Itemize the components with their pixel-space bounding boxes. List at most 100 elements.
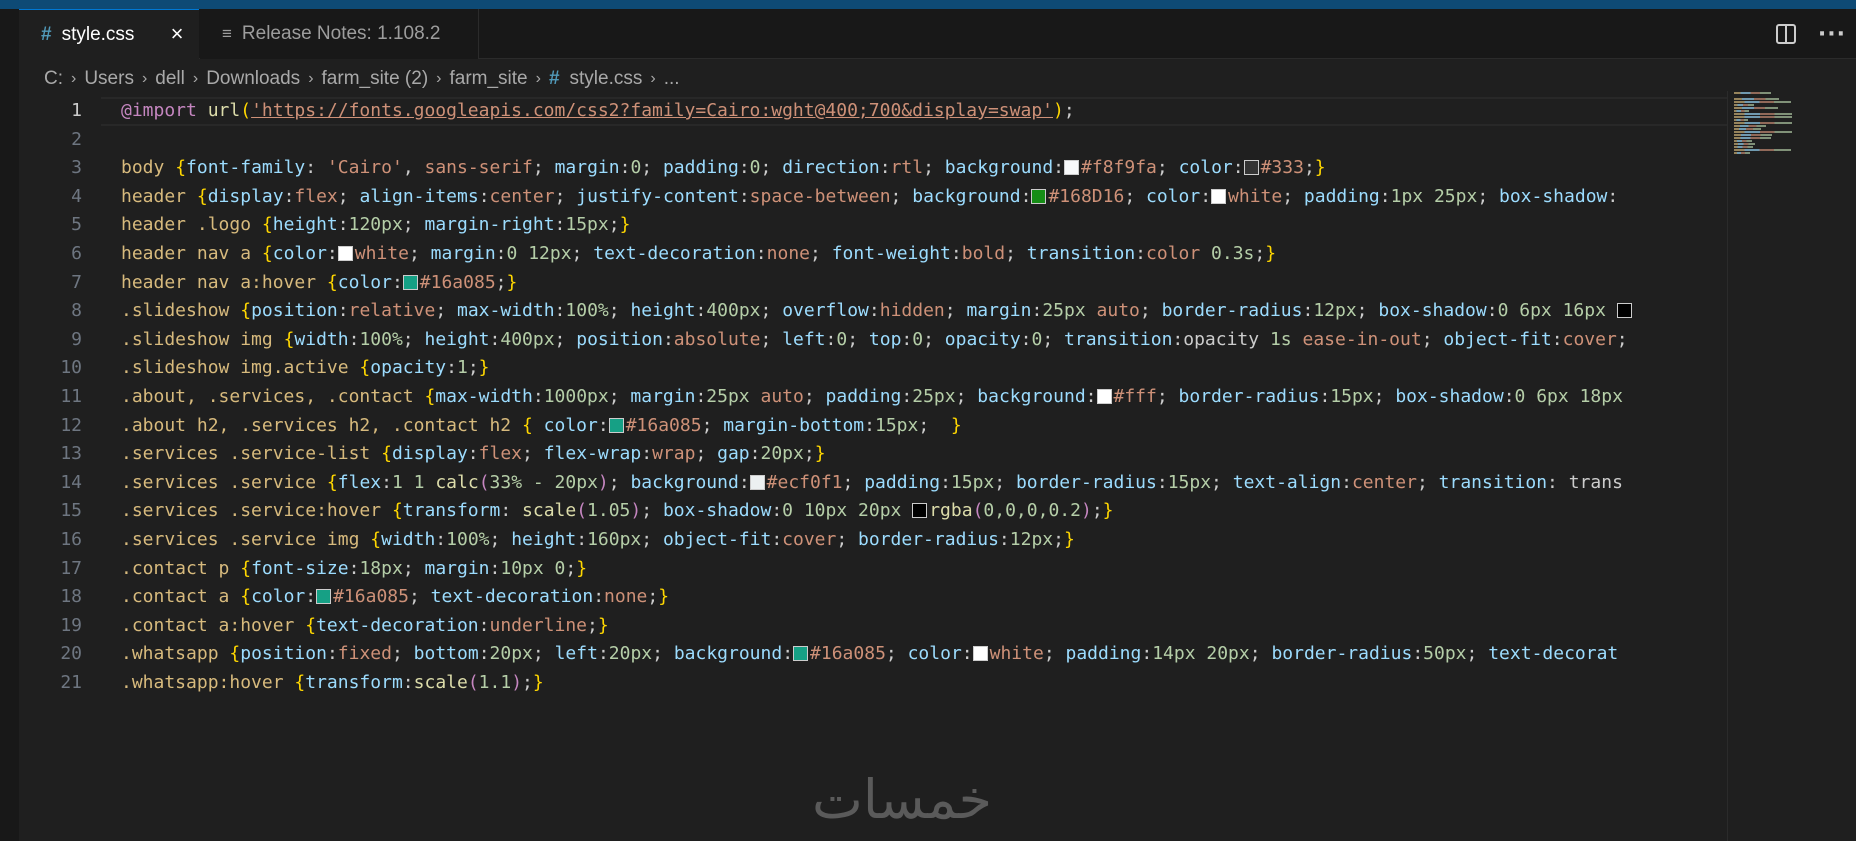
- value: space-between: [749, 185, 891, 207]
- line-number: 12: [60, 414, 82, 436]
- number: 1px 25px: [1390, 185, 1478, 207]
- property: gap: [717, 443, 750, 465]
- number: 0,0,0,0.2: [983, 500, 1081, 522]
- color-swatch[interactable]: [402, 274, 418, 290]
- color-swatch[interactable]: [749, 474, 765, 490]
- number: 10px 0: [500, 557, 566, 579]
- number: 12px: [1313, 300, 1357, 322]
- line-number: 7: [71, 271, 82, 293]
- chevron-right-icon: ›: [192, 70, 199, 87]
- code-area[interactable]: @import url('https://fonts.googleapis.co…: [121, 97, 1727, 697]
- window-top-strip: [0, 0, 1856, 9]
- minimap-line: [1734, 101, 1791, 103]
- chevron-right-icon: ›: [141, 70, 148, 87]
- tab-style-css[interactable]: # style.css ×: [19, 9, 199, 59]
- breadcrumb-item[interactable]: dell: [155, 68, 185, 90]
- value: bold: [961, 242, 1006, 264]
- line-number: 15: [60, 500, 82, 522]
- tab-release-notes[interactable]: ≡ Release Notes: 1.108.2: [200, 9, 479, 59]
- property: text-decoration: [430, 586, 594, 608]
- property: height: [511, 528, 577, 550]
- minimap-line: [1734, 119, 1748, 121]
- minimap-line: [1734, 134, 1772, 136]
- function-name: scale: [522, 500, 577, 522]
- code-line-20: .whatsapp {position:fixed; bottom:20px; …: [121, 643, 1619, 665]
- breadcrumb-file[interactable]: style.css: [570, 68, 643, 90]
- code-line-12: .about h2, .services h2, .contact h2 { c…: [121, 414, 962, 436]
- property: margin: [966, 300, 1032, 322]
- value: white: [989, 643, 1044, 665]
- property: max-width: [457, 300, 555, 322]
- selector: .services .service: [121, 471, 317, 493]
- color-swatch[interactable]: [1211, 188, 1227, 204]
- color-swatch[interactable]: [793, 646, 809, 662]
- close-icon[interactable]: ×: [165, 23, 189, 47]
- breadcrumb-symbols[interactable]: ...: [664, 68, 680, 90]
- color-swatch[interactable]: [1064, 160, 1080, 176]
- code-line-14: .services .service {flex:1 1 calc(33% - …: [121, 471, 1623, 493]
- breadcrumb-item[interactable]: Users: [84, 68, 134, 90]
- color-swatch[interactable]: [608, 417, 624, 433]
- color-swatch[interactable]: [316, 589, 332, 605]
- more-actions-icon[interactable]: ···: [1818, 22, 1846, 47]
- selector: .about h2, .services h2, .contact h2: [121, 414, 512, 436]
- breadcrumb-item[interactable]: C:: [44, 68, 63, 90]
- number: 1.1: [478, 671, 512, 693]
- color-swatch[interactable]: [972, 646, 988, 662]
- property: opacity: [944, 328, 1021, 350]
- property: background: [977, 385, 1086, 407]
- minimap-line: [1734, 104, 1754, 106]
- value: white: [354, 242, 409, 264]
- minimap-line: [1734, 140, 1752, 142]
- property: text-decoration: [593, 242, 756, 264]
- color-swatch[interactable]: [912, 503, 928, 519]
- property: text-decoration: [316, 614, 479, 636]
- value: 'Cairo': [326, 157, 403, 179]
- line-number: 19: [60, 614, 82, 636]
- number: 0: [836, 328, 848, 350]
- number: 15px: [950, 471, 995, 493]
- color-swatch[interactable]: [1616, 303, 1632, 319]
- split-editor-icon[interactable]: [1775, 24, 1796, 44]
- value: auto: [1096, 300, 1140, 322]
- color-swatch[interactable]: [1096, 388, 1112, 404]
- property: box-shadow: [1395, 385, 1504, 407]
- value: white: [1228, 185, 1283, 207]
- minimap-line: [1734, 152, 1750, 154]
- property: justify-content: [576, 185, 739, 207]
- property: width: [294, 328, 349, 350]
- color-swatch[interactable]: [1031, 188, 1047, 204]
- line-number: 16: [60, 528, 82, 550]
- line-number: 5: [71, 214, 82, 236]
- property: border-radius: [1271, 643, 1413, 665]
- line-number-gutter: 1 2 3 4 5 6 7 8 9 10 11 12 13 14 15 16 17 18 19 20 21: [19, 97, 101, 697]
- number: 100%: [565, 300, 609, 322]
- value: cover: [1562, 328, 1617, 350]
- number: 100%: [359, 328, 403, 350]
- breadcrumb-item[interactable]: farm_site: [449, 68, 527, 90]
- value: relative: [348, 300, 436, 322]
- breadcrumb-item[interactable]: farm_site (2): [322, 68, 429, 90]
- number: 15px: [874, 414, 919, 436]
- property: height: [630, 300, 696, 322]
- color-swatch[interactable]: [337, 245, 353, 261]
- string-literal[interactable]: 'https://fonts.googleapis.com/css2?famil…: [251, 100, 1053, 121]
- code-line-17: .contact p {font-size:18px; margin:10px …: [121, 557, 588, 579]
- left-gutter-strip: [0, 9, 19, 841]
- selector: .slideshow img: [121, 328, 273, 350]
- breadcrumb-item[interactable]: Downloads: [206, 68, 300, 90]
- color-swatch[interactable]: [1243, 160, 1259, 176]
- selector: body: [121, 157, 165, 179]
- number: 1 1: [391, 471, 425, 493]
- minimap[interactable]: [1727, 91, 1856, 841]
- property: margin: [554, 157, 620, 179]
- property: height: [272, 214, 338, 236]
- property: display: [207, 185, 284, 207]
- number: 1.05: [587, 500, 631, 522]
- code-line-4: header {display:flex; align-items:center…: [121, 185, 1619, 207]
- property: top: [868, 328, 902, 350]
- code-editor[interactable]: 1 2 3 4 5 6 7 8 9 10 11 12 13 14 15 16 17 18 19 20 21 @impor…: [19, 97, 1727, 841]
- property: color: [543, 414, 598, 436]
- chevron-right-icon: ›: [308, 70, 314, 87]
- property: background: [944, 157, 1054, 179]
